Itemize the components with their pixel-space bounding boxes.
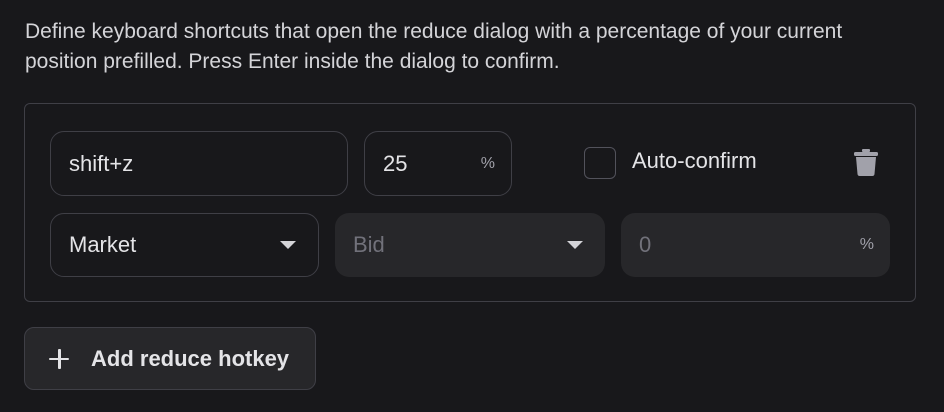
trash-icon[interactable] [854,149,878,176]
shortcut-input[interactable]: shift+z [50,131,348,196]
description-text: Define keyboard shortcuts that open the … [25,20,843,73]
order-type-value: Market [69,232,137,257]
add-button-label: Add reduce hotkey [91,345,290,371]
plus-icon [49,348,69,369]
offset-value: 0 [639,232,652,257]
chevron-down-icon [280,241,296,249]
chevron-down-icon [567,241,583,249]
percent-input[interactable]: 25 % [364,131,512,196]
add-reduce-hotkey-button[interactable]: Add reduce hotkey [24,327,316,390]
price-source-value: Bid [353,232,385,257]
shortcut-value: shift+z [69,150,134,176]
auto-confirm-checkbox[interactable] [584,147,616,179]
order-type-select[interactable]: Market [50,213,319,277]
offset-input: 0 % [621,213,890,277]
percent-suffix: % [480,154,495,172]
price-source-select: Bid [335,213,605,277]
auto-confirm-label[interactable]: Auto-confirm [632,148,757,174]
offset-suffix: % [859,236,874,253]
percent-value: 25 [383,150,408,176]
